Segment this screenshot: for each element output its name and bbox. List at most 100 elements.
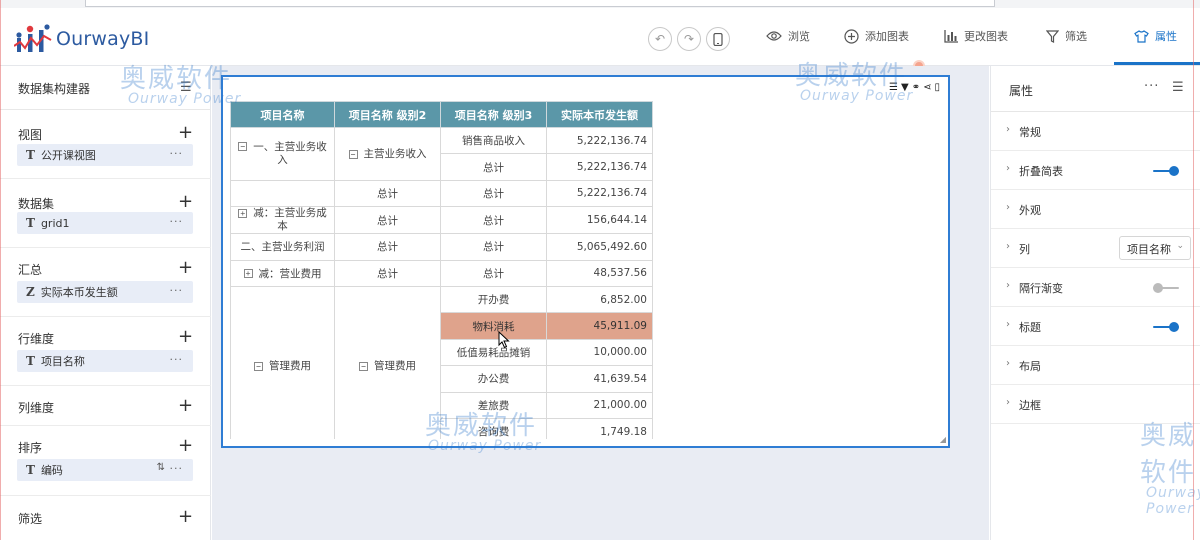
table-cell: − 主营业务收入 — [334, 127, 441, 181]
prop-label: 边框 — [1019, 399, 1041, 412]
table-row: 二、主营业务利润 总计 总计 5,065,492.60 — [230, 233, 653, 261]
logo: OurwayBI — [14, 24, 149, 54]
collapse-panel-icon[interactable]: ☰ — [1172, 80, 1184, 95]
redo-button[interactable]: ↷ — [677, 27, 701, 51]
table-cell: 总计 — [334, 206, 441, 235]
prop-alternate-rows[interactable]: › 隔行渐变 — [991, 268, 1200, 307]
app-window: OurwayBI ↶ ↷ 浏览 添加图表 更改图表 筛选 属性 数据集构建器 ☰… — [0, 0, 1200, 540]
chevron-right-icon: › — [1006, 358, 1010, 369]
summary-chip[interactable]: Z 实际本币发生额 ··· — [17, 281, 193, 303]
more-icon[interactable]: ··· — [170, 147, 184, 160]
section-label: 筛选 — [18, 512, 43, 526]
title-toggle[interactable] — [1153, 321, 1183, 333]
browse-button[interactable]: 浏览 — [766, 28, 810, 44]
section-label: 视图 — [18, 128, 43, 142]
collapse-toggle-icon[interactable]: − — [359, 361, 368, 371]
column-header[interactable]: 实际本币发生额 — [546, 101, 653, 128]
add-dataset-button[interactable]: + — [178, 193, 193, 211]
section-dataset: 数据集 + T grid1 ··· — [0, 179, 211, 248]
sort-chip[interactable]: T 编码 ⇅ ··· — [17, 459, 193, 481]
expand-toggle-icon[interactable]: + — [238, 208, 248, 218]
collapse-toggle-icon[interactable]: − — [238, 142, 248, 152]
add-chart-label: 添加图表 — [865, 30, 909, 43]
prop-label: 隔行渐变 — [1019, 282, 1063, 295]
table-cell: 总计 — [440, 153, 547, 181]
prop-title[interactable]: › 标题 — [991, 307, 1200, 346]
dataset-chip[interactable]: T grid1 ··· — [17, 212, 193, 234]
add-sort-button[interactable]: + — [178, 437, 193, 455]
change-chart-button[interactable]: 更改图表 — [944, 28, 1008, 44]
table-cell: 1,749.18 — [546, 417, 653, 439]
collapse-toggle-icon[interactable]: − — [254, 361, 263, 371]
add-column-dimension-button[interactable]: + — [178, 397, 193, 415]
chip-label: 实际本币发生额 — [40, 286, 118, 299]
properties-header: 属性 ··· ☰ — [991, 66, 1200, 112]
more-icon[interactable]: ··· — [170, 353, 184, 366]
expand-toggle-icon[interactable]: + — [243, 269, 253, 279]
table-header-row: 项目名称 项目名称 级别2 项目名称 级别3 实际本币发生额 — [230, 101, 653, 128]
cell-text: 主营业务收入 — [363, 148, 427, 161]
view-chip[interactable]: T 公开课视图 ··· — [17, 144, 193, 166]
address-bar[interactable] — [85, 0, 995, 7]
row-dimension-chip[interactable]: T 项目名称 ··· — [17, 350, 193, 372]
add-summary-button[interactable]: + — [178, 259, 193, 277]
mobile-preview-button[interactable] — [706, 27, 730, 51]
more-icon[interactable]: ··· — [1144, 79, 1159, 94]
dataset-builder-panel: 数据集构建器 ☰ 视图 + T 公开课视图 ··· 数据集 + T grid1 … — [0, 66, 211, 540]
properties-tab[interactable]: 属性 — [1134, 28, 1177, 44]
prop-layout[interactable]: › 布局 — [991, 346, 1200, 385]
collapse-panel-icon[interactable]: ☰ — [180, 80, 192, 95]
table-cell: 总计 — [440, 233, 547, 261]
chip-label: 编码 — [40, 464, 63, 477]
prop-label: 标题 — [1019, 321, 1041, 334]
section-summary: 汇总 + Z 实际本币发生额 ··· — [0, 248, 211, 317]
cell-text: 管理费用 — [269, 360, 311, 373]
table-cell[interactable]: 物料消耗 — [440, 312, 547, 340]
undo-button[interactable]: ↶ — [648, 27, 672, 51]
section-label: 列维度 — [18, 401, 55, 415]
eye-icon — [766, 30, 782, 42]
table-cell: 6,852.00 — [546, 285, 653, 314]
table-row: + 减：营业费用 总计 总计 48,537.56 — [230, 259, 653, 287]
prop-general[interactable]: › 常规 — [991, 112, 1200, 151]
column-header[interactable]: 项目名称 级别2 — [334, 101, 441, 128]
column-header[interactable]: 项目名称 — [230, 101, 335, 128]
more-icon[interactable]: ··· — [170, 284, 184, 297]
more-icon[interactable]: ··· — [170, 215, 184, 228]
chevron-down-icon: ⌄ — [1176, 241, 1184, 251]
add-filter-button[interactable]: + — [178, 508, 193, 526]
table-cell: 差旅费 — [440, 391, 547, 419]
prop-collapse-table[interactable]: › 折叠简表 — [991, 151, 1200, 190]
properties-label: 属性 — [1155, 30, 1177, 43]
add-view-button[interactable]: + — [178, 124, 193, 142]
chip-label: 项目名称 — [40, 355, 85, 368]
prop-border[interactable]: › 边框 — [991, 385, 1200, 424]
table-cell: 二、主营业务利润 — [230, 233, 335, 261]
properties-panel: 属性 ··· ☰ › 常规 › 折叠简表 › 外观 › 列 项目名称 ⌄ › 隔… — [990, 66, 1200, 540]
table-cell: 41,639.54 — [546, 365, 653, 393]
prop-appearance[interactable]: › 外观 — [991, 190, 1200, 229]
collapse-toggle-icon[interactable]: − — [348, 149, 358, 159]
add-row-dimension-button[interactable]: + — [178, 328, 193, 346]
prop-column[interactable]: › 列 项目名称 ⌄ — [991, 229, 1200, 268]
logo-text: OurwayBI — [56, 28, 150, 50]
prop-label: 外观 — [1019, 204, 1041, 217]
cell-text: 管理费用 — [374, 360, 416, 373]
column-header[interactable]: 项目名称 级别3 — [440, 101, 547, 128]
alternate-rows-toggle[interactable] — [1153, 282, 1183, 294]
sort-order-icon[interactable]: ⇅ — [157, 462, 165, 473]
column-select[interactable]: 项目名称 ⌄ — [1119, 236, 1191, 260]
more-icon[interactable]: ··· — [170, 462, 184, 475]
add-chart-button[interactable]: 添加图表 — [844, 28, 909, 44]
table-cell: 10,000.00 — [546, 338, 653, 367]
table-widget[interactable]: ☰ ▼ ⚭ ⋖ ▯ 项目名称 项目名称 级别2 项目名称 级别3 实际本币发生额 — [221, 75, 950, 448]
resize-handle-icon[interactable]: ◢ — [940, 435, 946, 444]
collapse-table-toggle[interactable] — [1153, 165, 1183, 177]
table-row: + 减：主营业务成本 总计 总计 156,644.14 — [230, 206, 653, 235]
numeric-type-icon: Z — [26, 285, 35, 299]
chevron-right-icon: › — [1006, 202, 1010, 213]
filter-button[interactable]: 筛选 — [1046, 28, 1087, 44]
table-cell: 总计 — [334, 179, 441, 208]
bar-chart-icon — [944, 29, 958, 43]
table-cell[interactable]: 45,911.09 — [546, 312, 653, 340]
